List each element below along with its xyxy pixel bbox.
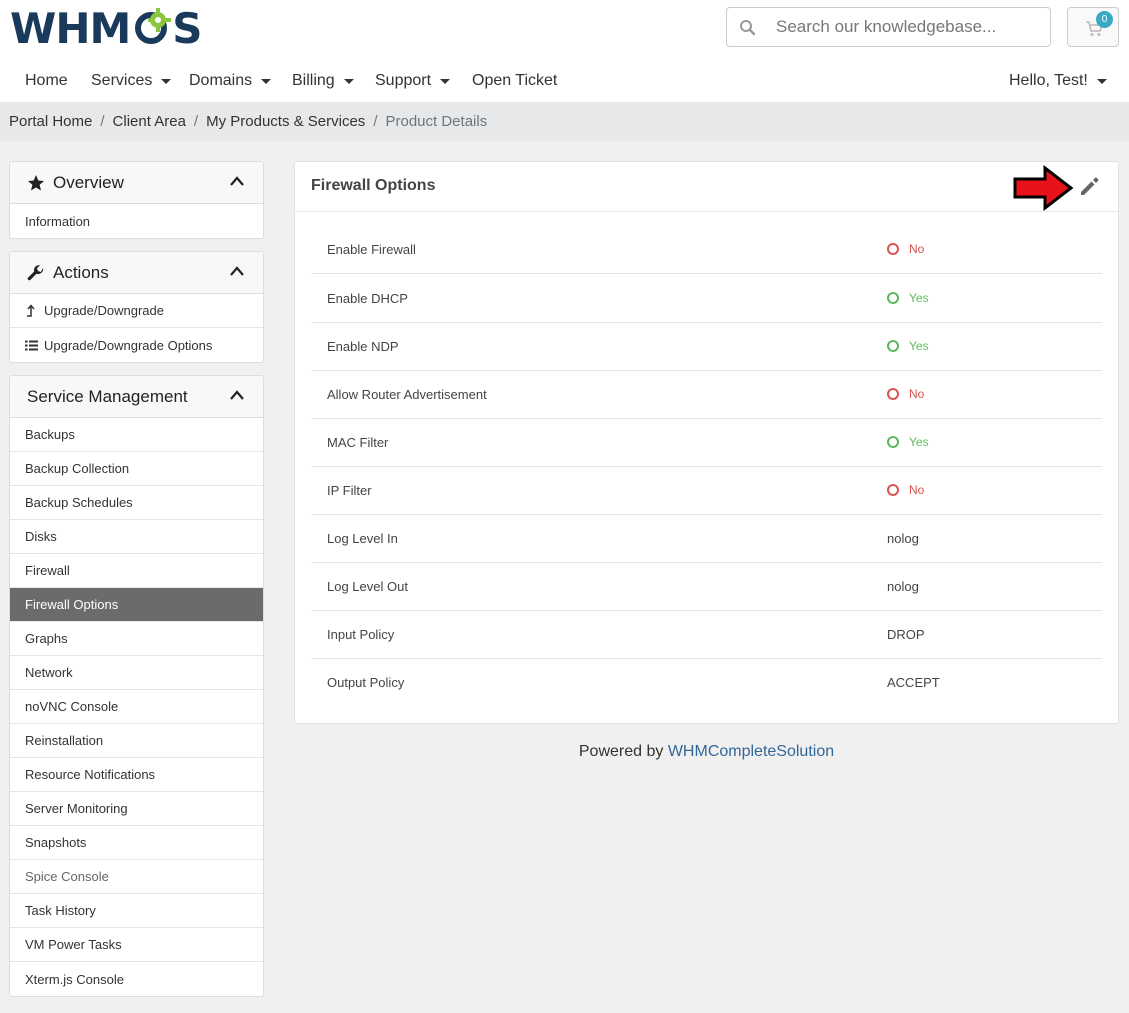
- sidebar-item-xtermjs-console[interactable]: Xterm.js Console: [10, 962, 263, 996]
- status-no-icon: [887, 484, 899, 496]
- chevron-up-icon: [230, 266, 244, 276]
- star-icon: [28, 174, 44, 190]
- knowledgebase-search: [726, 7, 1051, 47]
- row-enable-ndp: Enable NDP Yes: [311, 323, 1102, 371]
- status-yes-icon: [887, 340, 899, 352]
- breadcrumb-my-products[interactable]: My Products & Services: [206, 113, 365, 130]
- row-ip-filter: IP Filter No: [311, 467, 1102, 515]
- chevron-up-icon: [230, 176, 244, 186]
- sidebar-item-server-monitoring[interactable]: Server Monitoring: [10, 792, 263, 826]
- status-no-icon: [887, 243, 899, 255]
- footer: Powered by WHMCompleteSolution: [578, 743, 835, 760]
- list-icon: [25, 340, 38, 350]
- sidebar-item-snapshots[interactable]: Snapshots: [10, 826, 263, 860]
- row-output-policy: Output Policy ACCEPT: [327, 675, 940, 690]
- main-nav: Home Services Domains Billing Support Op…: [0, 62, 1129, 102]
- wrench-icon: [27, 264, 44, 280]
- status-no-icon: [887, 388, 899, 400]
- gear-icon: [135, 8, 172, 44]
- caret-down-icon: [1096, 78, 1107, 84]
- search-input[interactable]: [767, 8, 1047, 46]
- nav-services[interactable]: Services: [91, 72, 172, 90]
- breadcrumb-bar: Portal Home / Client Area / My Products & …: [0, 102, 1129, 141]
- nav-domains[interactable]: Domains: [189, 72, 272, 90]
- breadcrumb-current: Product Details: [385, 113, 488, 130]
- nav-support[interactable]: Support: [375, 72, 451, 90]
- actions-panel-header[interactable]: Actions: [10, 252, 263, 294]
- status-yes-icon: [887, 436, 899, 448]
- row-allow-router-advertisement: Allow Router Advertisement No: [311, 371, 1102, 419]
- row-input-policy: Input Policy DROP: [311, 611, 1102, 659]
- row-log-level-out: Log Level Out nolog: [311, 563, 1102, 611]
- breadcrumb: Portal Home / Client Area / My Products & …: [9, 113, 488, 130]
- sidebar-item-upgrade-downgrade[interactable]: Upgrade/Downgrade: [10, 294, 263, 328]
- caret-down-icon: [440, 78, 451, 84]
- chevron-up-icon: [230, 390, 244, 400]
- sidebar-item-backups[interactable]: Backups: [10, 418, 263, 452]
- caret-down-icon: [261, 78, 272, 84]
- edit-pencil-icon[interactable]: [1079, 176, 1100, 197]
- red-arrow-annotation-icon: [1013, 165, 1074, 211]
- sidebar-item-firewall-options[interactable]: Firewall Options: [10, 588, 263, 622]
- logo-text-right: S: [172, 3, 202, 53]
- top-header: WHM S 0 Home Service: [0, 0, 1129, 102]
- sidebar-item-novnc-console[interactable]: noVNC Console: [10, 690, 263, 724]
- sidebar-item-spice-console[interactable]: Spice Console: [10, 860, 263, 894]
- sidebar-item-disks[interactable]: Disks: [10, 520, 263, 554]
- service-management-panel: Service Management Backups Backup Collec…: [9, 375, 264, 997]
- sidebar-item-reinstallation[interactable]: Reinstallation: [10, 724, 263, 758]
- status-yes-icon: [887, 292, 899, 304]
- footer-link[interactable]: WHMCompleteSolution: [668, 743, 834, 760]
- whmcs-logo[interactable]: WHM S: [10, 3, 203, 53]
- actions-panel: Actions Upgrade/Downgrade Upgrade/Downgr…: [9, 251, 264, 363]
- card-header: Firewall Options: [295, 162, 1118, 212]
- caret-down-icon: [161, 78, 172, 84]
- firewall-options-card: Firewall Options Enable Firewall No Enab…: [294, 161, 1119, 724]
- sidebar-item-graphs[interactable]: Graphs: [10, 622, 263, 656]
- row-enable-firewall: Enable Firewall No: [311, 226, 1102, 274]
- row-mac-filter: MAC Filter Yes: [311, 419, 1102, 467]
- sidebar-item-information[interactable]: Information: [10, 204, 263, 238]
- row-log-level-in: Log Level In nolog: [311, 515, 1102, 563]
- search-icon: [740, 20, 756, 36]
- service-management-panel-header[interactable]: Service Management: [10, 376, 263, 418]
- sidebar-item-resource-notifications[interactable]: Resource Notifications: [10, 758, 263, 792]
- row-enable-dhcp: Enable DHCP Yes: [311, 275, 1102, 323]
- caret-down-icon: [343, 78, 354, 84]
- sidebar-item-upgrade-downgrade-options[interactable]: Upgrade/Downgrade Options: [10, 328, 263, 362]
- sidebar-item-network[interactable]: Network: [10, 656, 263, 690]
- nav-billing[interactable]: Billing: [292, 72, 354, 90]
- nav-open-ticket[interactable]: Open Ticket: [472, 72, 557, 90]
- sidebar-item-backup-collection[interactable]: Backup Collection: [10, 452, 263, 486]
- cart-button[interactable]: 0: [1067, 7, 1119, 47]
- level-up-icon: [27, 304, 35, 317]
- nav-home[interactable]: Home: [25, 72, 68, 90]
- overview-panel-header[interactable]: Overview: [10, 162, 263, 204]
- card-title: Firewall Options: [311, 177, 436, 194]
- overview-panel: Overview Information: [9, 161, 264, 239]
- breadcrumb-portal-home[interactable]: Portal Home: [9, 113, 92, 130]
- user-menu[interactable]: Hello, Test!: [1009, 72, 1107, 90]
- logo-text-left: WHM: [10, 3, 131, 53]
- cart-count-badge: 0: [1096, 11, 1113, 28]
- sidebar-item-backup-schedules[interactable]: Backup Schedules: [10, 486, 263, 520]
- sidebar-item-task-history[interactable]: Task History: [10, 894, 263, 928]
- sidebar-item-firewall[interactable]: Firewall: [10, 554, 263, 588]
- breadcrumb-client-area[interactable]: Client Area: [113, 113, 186, 130]
- sidebar-item-vm-power-tasks[interactable]: VM Power Tasks: [10, 928, 263, 962]
